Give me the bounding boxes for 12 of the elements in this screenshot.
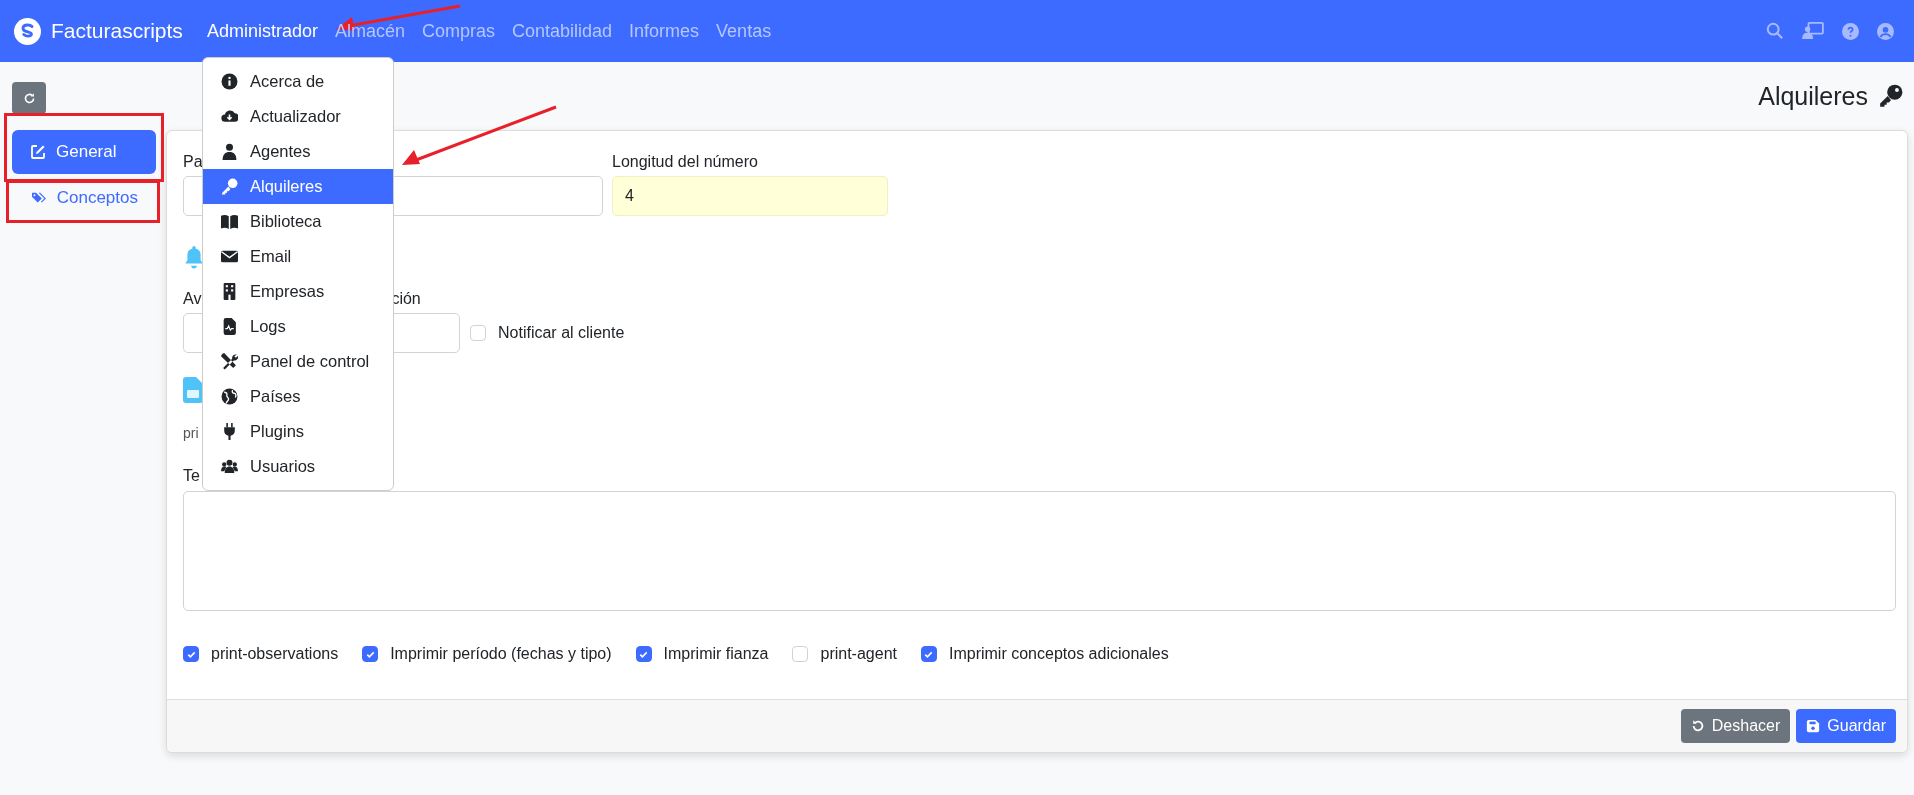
- page-title: Alquileres: [1758, 81, 1868, 111]
- field-label: Av: [183, 290, 202, 308]
- checkbox-label: Imprimir fianza: [663, 645, 769, 663]
- checkbox-label: Notificar al cliente: [498, 324, 625, 342]
- caption-text: pri: [183, 425, 199, 441]
- checkbox-label: Imprimir período (fechas y tipo): [390, 645, 612, 663]
- checkbox-label: print-agent: [820, 645, 897, 663]
- checkbox-label: Imprimir conceptos adicionales: [949, 645, 1169, 663]
- field-label: Te: [183, 467, 200, 485]
- field-label: Longitud del número: [612, 153, 758, 171]
- checkbox-label: print-observations: [211, 645, 339, 663]
- field-label: Pa: [183, 153, 203, 171]
